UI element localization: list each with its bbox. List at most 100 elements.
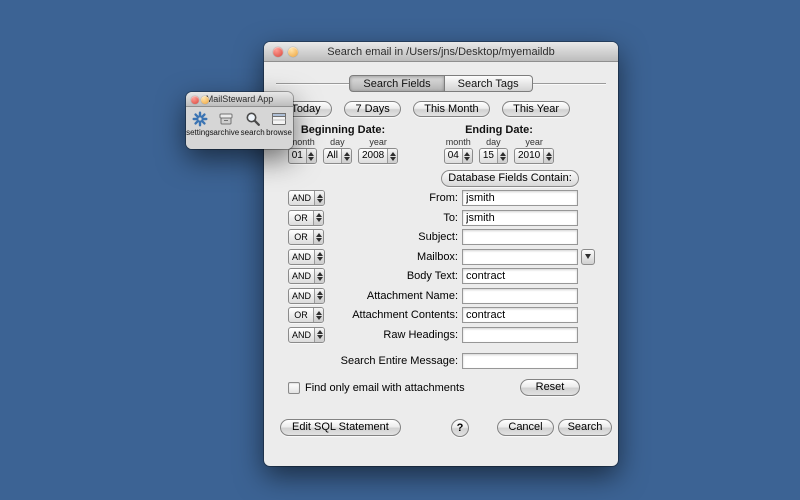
begin-month-stepper[interactable]: 01 [288,148,317,164]
raw-headings-input[interactable] [462,327,578,343]
search-entire-message-label: Search Entire Message: [304,353,458,369]
attachment-name-input[interactable] [462,288,578,304]
subject-input[interactable] [462,229,578,245]
mailbox-operator-select[interactable]: AND [288,249,325,265]
palette-toolbar: settings archive search [186,108,293,149]
from-input[interactable] [462,190,578,206]
browse-window-icon [271,111,287,127]
toolbar-item-search[interactable]: search [240,111,265,137]
stepper-arrows-icon[interactable] [306,149,316,163]
field-row-to: OR To: [264,210,618,226]
attachment-name-label: Attachment Name: [324,288,458,304]
attachments-checkbox-label: Find only email with attachments [305,382,465,394]
attachments-checkbox[interactable] [288,382,300,394]
minimize-button[interactable] [288,47,298,57]
window-title: Search email in /Users/jns/Desktop/myema… [264,42,618,62]
month-label: month [290,137,315,147]
ending-date-group: Ending Date: month 04 day 15 year 2010 [437,124,561,164]
ending-date-label: Ending Date: [437,124,561,136]
stepper-arrows-icon[interactable] [314,289,324,303]
year-label: year [369,137,387,147]
cancel-button[interactable]: Cancel [497,419,554,436]
toolbar-item-browse[interactable]: browse [267,111,292,137]
end-month-stepper[interactable]: 04 [444,148,473,164]
field-rows: AND From: OR To: OR Subject: AND [264,190,618,346]
field-row-mailbox: AND Mailbox: [264,249,618,265]
db-fields-header: Database Fields Contain: [441,170,579,187]
from-label: From: [324,190,458,206]
seven-days-button[interactable]: 7 Days [344,101,400,117]
stepper-arrows-icon[interactable] [462,149,472,163]
day-label: day [330,137,345,147]
month-label: month [446,137,471,147]
field-row-attachment-contents: OR Attachment Contents: [264,307,618,323]
main-titlebar[interactable]: Search email in /Users/jns/Desktop/myema… [264,42,618,62]
palette-titlebar[interactable]: MailSteward App [186,92,293,107]
begin-year-stepper[interactable]: 2008 [358,148,398,164]
mailbox-label: Mailbox: [324,249,458,265]
stepper-arrows-icon[interactable] [314,191,324,205]
stepper-arrows-icon[interactable] [314,269,324,283]
year-label: year [525,137,543,147]
tab-search-tags[interactable]: Search Tags [445,75,533,92]
stepper-arrows-icon[interactable] [313,308,323,322]
toolbar-item-settings[interactable]: settings [187,111,212,137]
body-text-operator-select[interactable]: AND [288,268,325,284]
gear-icon [192,111,208,127]
search-entire-message-input[interactable] [462,353,578,369]
mailbox-dropdown-button[interactable] [581,249,595,265]
subject-label: Subject: [324,229,458,245]
this-year-button[interactable]: This Year [502,101,570,117]
edit-sql-statement-button[interactable]: Edit SQL Statement [280,419,401,436]
attachments-only-row: Find only email with attachments [288,382,465,394]
to-label: To: [324,210,458,226]
help-button[interactable]: ? [451,419,469,437]
attachment-contents-label: Attachment Contents: [324,307,458,323]
stepper-arrows-icon[interactable] [543,149,553,163]
stepper-arrows-icon[interactable] [497,149,507,163]
mailbox-input[interactable] [462,249,578,265]
body-text-input[interactable] [462,268,578,284]
stepper-arrows-icon[interactable] [341,149,351,163]
magnifier-icon [245,111,261,127]
search-entire-row: Search Entire Message: [264,353,618,369]
from-operator-select[interactable]: AND [288,190,325,206]
toolbar-item-archive[interactable]: archive [214,111,239,137]
stepper-arrows-icon[interactable] [387,149,397,163]
stepper-arrows-icon[interactable] [313,230,323,244]
attachment-contents-input[interactable] [462,307,578,323]
to-operator-select[interactable]: OR [288,210,324,226]
search-button[interactable]: Search [558,419,612,436]
end-day-stepper[interactable]: 15 [479,148,508,164]
stepper-arrows-icon[interactable] [314,250,324,264]
dropdown-arrow-icon [585,254,591,259]
minimize-button[interactable] [201,96,209,104]
stepper-arrows-icon[interactable] [314,328,324,342]
this-month-button[interactable]: This Month [413,101,489,117]
end-year-stepper[interactable]: 2010 [514,148,554,164]
field-row-subject: OR Subject: [264,229,618,245]
attachment-name-operator-select[interactable]: AND [288,288,325,304]
raw-headings-operator-select[interactable]: AND [288,327,325,343]
beginning-date-label: Beginning Date: [281,124,405,136]
body-text-label: Body Text: [324,268,458,284]
subject-operator-select[interactable]: OR [288,229,324,245]
day-label: day [486,137,501,147]
field-row-raw-headings: AND Raw Headings: [264,327,618,343]
field-row-from: AND From: [264,190,618,206]
mailsteward-app-palette: MailSteward App settings [186,92,293,149]
stepper-arrows-icon[interactable] [313,211,323,225]
search-email-window: Search email in /Users/jns/Desktop/myema… [264,42,618,466]
reset-button[interactable]: Reset [520,379,580,396]
field-row-body-text: AND Body Text: [264,268,618,284]
to-input[interactable] [462,210,578,226]
close-button[interactable] [273,47,283,57]
tab-search-fields[interactable]: Search Fields [349,75,444,92]
archive-box-icon [218,111,234,127]
attachment-contents-operator-select[interactable]: OR [288,307,324,323]
field-row-attachment-name: AND Attachment Name: [264,288,618,304]
raw-headings-label: Raw Headings: [324,327,458,343]
quick-date-buttons: Today 7 Days This Month This Year [280,101,570,117]
close-button[interactable] [191,96,199,104]
begin-day-stepper[interactable]: All [323,148,352,164]
